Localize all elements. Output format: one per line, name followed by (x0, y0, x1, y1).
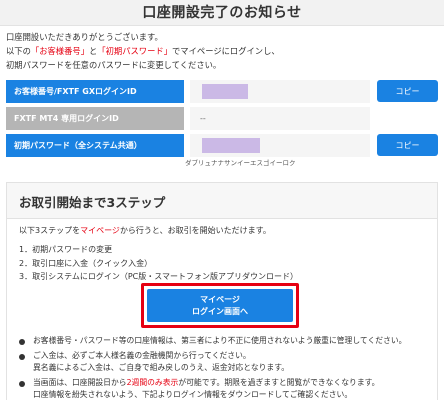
page-header: 口座開設完了のお知らせ (0, 0, 444, 26)
mypage-link-text: マイページ (80, 226, 120, 235)
row-customer-id: お客様番号/FXTF GXログインID コピー (6, 80, 438, 103)
mypage-login-button[interactable]: マイページ ログイン画面へ (147, 289, 293, 322)
row-mt4-id: FXTF MT4 専用ログインID -- (6, 107, 438, 130)
two-weeks-highlight: 2週間のみ表示 (126, 377, 179, 387)
highlight-initial-password: 「初期パスワード」 (97, 46, 172, 56)
bullet-icon (19, 339, 25, 345)
value-initial-password (190, 134, 370, 157)
step-item-2: 2．取引口座に入金（クイック入金） (19, 258, 153, 268)
masked-value (202, 84, 248, 99)
value-customer-id (190, 80, 370, 103)
note-item-1: お客様番号・パスワード等の口座情報は、第三者により不正に使用されないよう厳重に管… (19, 335, 431, 348)
note-item-2: ご入金は、必ずご本人様名義の金融機関から行ってください。 異名義によるご入金は、… (19, 350, 431, 375)
step-item-1: 1．初期パスワードの変更 (19, 245, 113, 254)
steps-title: お取引開始まで3ステップ (19, 195, 166, 210)
label-mt4-id: FXTF MT4 専用ログインID (6, 107, 184, 130)
steps-card: お取引開始まで3ステップ 以下3ステップをマイページから行うと、お取引を開始いた… (6, 182, 438, 400)
steps-title-bar: お取引開始まで3ステップ (7, 183, 437, 219)
step-item-3: 3．取引システムにログイン（PC版・スマートフォン版アプリダウンロード） (19, 272, 299, 281)
value-mt4-id: -- (190, 107, 370, 130)
copy-password-button[interactable]: コピー (377, 134, 438, 156)
intro-text: 口座開設いただきありがとうございます。 以下の「お客様番号」と「初期パスワード」… (6, 30, 438, 72)
step-list: 1．初期パスワードの変更 2．取引口座に入金（クイック入金） 3．取引システムに… (19, 243, 298, 284)
password-kana-hint: ダブリュナナサンイーエスゴイーロク (185, 159, 296, 167)
intro-line-1: 口座開設いただきありがとうございます。 (6, 32, 163, 42)
row-initial-password: 初期パスワード（全システム共通） コピー (6, 134, 438, 157)
notes-list: お客様番号・パスワード等の口座情報は、第三者により不正に使用されないよう厳重に管… (19, 335, 431, 400)
bullet-icon (19, 353, 25, 360)
note-item-3: 当画面は、口座開設日から2週間のみ表示が可能です。期限を過ぎますと閲覧ができなく… (19, 377, 431, 400)
intro-line-3: 初期パスワードを任意のパスワードに変更してください。 (6, 60, 222, 70)
intro-line-2: 以下の「お客様番号」と「初期パスワード」でマイページにログインし、 (6, 46, 280, 56)
steps-lead: 以下3ステップをマイページから行うと、お取引を開始いただけます。 (19, 226, 271, 235)
masked-value (202, 138, 260, 153)
label-initial-password: 初期パスワード（全システム共通） (6, 134, 184, 157)
login-button-highlight: マイページ ログイン画面へ (141, 283, 299, 328)
highlight-customer-number: 「お客様番号」 (30, 46, 89, 56)
page-title: 口座開設完了のお知らせ (142, 5, 302, 21)
copy-customer-id-button[interactable]: コピー (377, 80, 438, 102)
bullet-icon (19, 380, 25, 387)
label-customer-id: お客様番号/FXTF GXログインID (6, 80, 184, 103)
